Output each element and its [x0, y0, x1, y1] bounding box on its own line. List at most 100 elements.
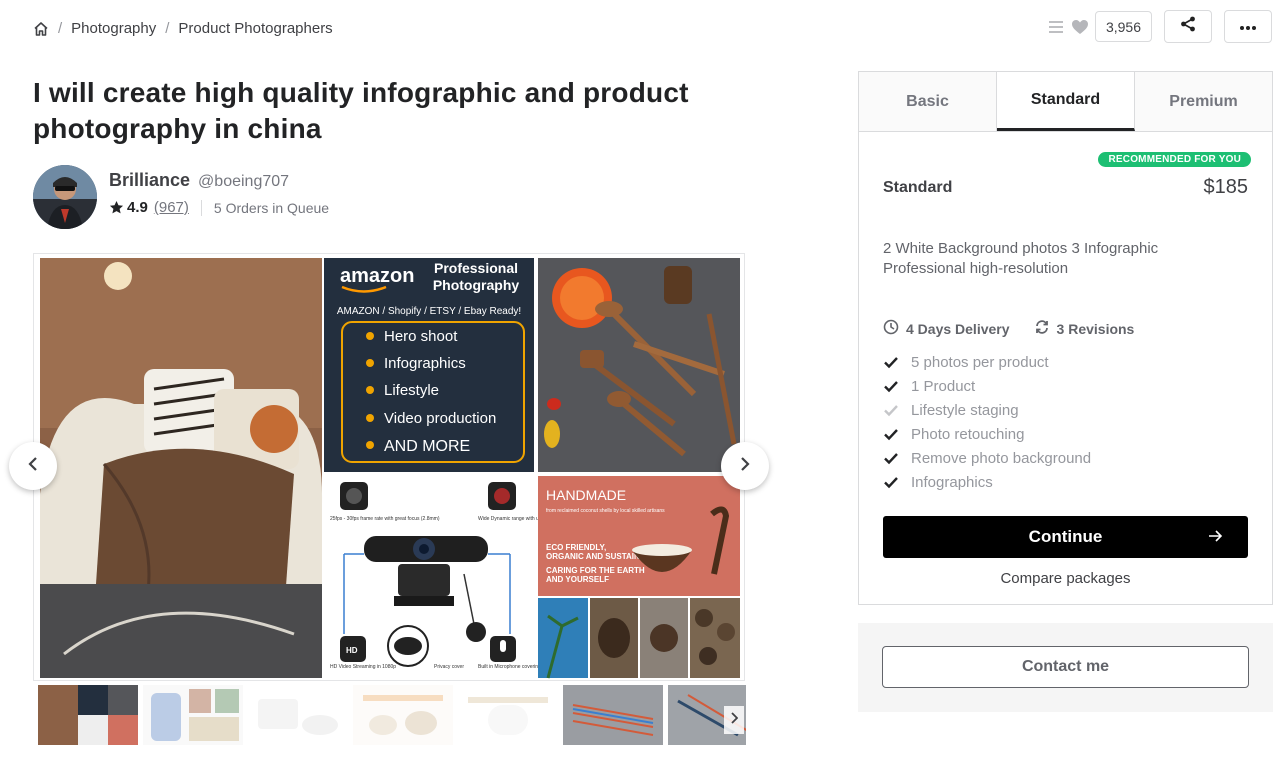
- list-icon[interactable]: [1047, 18, 1065, 36]
- chevron-left-icon: [27, 456, 39, 477]
- contact-section: Contact me: [858, 623, 1273, 712]
- chevron-right-icon: [739, 456, 751, 477]
- continue-button[interactable]: Continue: [883, 516, 1248, 558]
- check-icon: [883, 426, 899, 442]
- thumbnail[interactable]: [248, 685, 348, 745]
- orders-in-queue: 5 Orders in Queue: [213, 199, 330, 216]
- handmade-text-4: AND YOURSELF: [546, 575, 609, 584]
- delivery-time: 4 Days Delivery: [906, 320, 1010, 337]
- handmade-text-1: ECO FRIENDLY,: [546, 543, 606, 552]
- check-icon: [883, 354, 899, 370]
- revisions: 3 Revisions: [1056, 320, 1135, 337]
- amazon-item-4: Video production: [384, 410, 496, 427]
- compare-packages-link[interactable]: Compare packages: [883, 570, 1248, 587]
- seller-name[interactable]: Brilliance: [109, 170, 190, 191]
- feature-label: Photo retouching: [911, 425, 1025, 443]
- breadcrumb-separator: /: [58, 20, 63, 37]
- feature-label: Remove photo background: [911, 449, 1092, 467]
- webcam-label-privacy: Privacy cover: [434, 664, 464, 670]
- share-button[interactable]: [1164, 10, 1212, 43]
- reviews-link[interactable]: (967): [154, 199, 189, 216]
- package-price: $185: [1203, 176, 1249, 198]
- feature-label: Lifestyle staging: [911, 401, 1019, 419]
- thumbnails-next-button[interactable]: [724, 706, 744, 734]
- like-count: 3,956: [1094, 11, 1152, 42]
- gallery-next-button[interactable]: [721, 442, 769, 490]
- amazon-item-2: Infographics: [384, 355, 466, 372]
- feature-item: Remove photo background: [883, 446, 1248, 470]
- seller-overview: Brilliance @boeing707 4.9 (967) 5 Orders…: [33, 165, 329, 229]
- continue-label: Continue: [1028, 527, 1103, 546]
- webcam-label-fps: 25fps - 30fps frame rate with great focu…: [330, 516, 440, 522]
- avatar[interactable]: [33, 165, 97, 229]
- amazon-panel: amazon Professional Photography AMAZON /…: [324, 258, 534, 472]
- thumbnail[interactable]: [563, 685, 663, 745]
- gallery-prev-button[interactable]: [9, 442, 57, 490]
- amazon-subtitle: AMAZON / Shopify / ETSY / Ebay Ready!: [337, 306, 521, 317]
- home-icon[interactable]: [33, 21, 49, 37]
- feature-item: 5 photos per product: [883, 350, 1248, 374]
- breadcrumb-photography[interactable]: Photography: [71, 20, 156, 37]
- feature-item: Infographics: [883, 470, 1248, 494]
- package-name: Standard: [883, 178, 953, 196]
- check-icon: [883, 378, 899, 394]
- amazon-heading-line2: Photography: [433, 277, 520, 293]
- top-actions: 3,956: [1047, 10, 1272, 43]
- amazon-item-5: AND MORE: [384, 438, 470, 455]
- gallery-main-image[interactable]: amazon Professional Photography AMAZON /…: [33, 253, 745, 681]
- lifestyle-image: [40, 258, 323, 678]
- breadcrumb-separator: /: [165, 20, 170, 37]
- amazon-item-3: Lifestyle: [384, 382, 439, 399]
- share-icon: [1180, 16, 1196, 37]
- handmade-text-3: CARING FOR THE EARTH: [546, 566, 645, 575]
- feature-label: Infographics: [911, 473, 993, 491]
- check-icon: [883, 450, 899, 466]
- tab-premium[interactable]: Premium: [1135, 72, 1272, 131]
- more-button[interactable]: [1224, 10, 1272, 43]
- package-description: 2 White Background photos 3 Infographic …: [883, 240, 1159, 277]
- gig-title: I will create high quality infographic a…: [33, 77, 689, 144]
- feature-item: Lifestyle staging: [883, 398, 1248, 422]
- svg-text:HD: HD: [346, 646, 358, 655]
- handmade-title: HANDMADE: [546, 487, 626, 503]
- contact-me-button[interactable]: Contact me: [882, 646, 1249, 688]
- thumbnail[interactable]: [458, 685, 558, 745]
- thumbnail[interactable]: [143, 685, 243, 745]
- check-icon: [883, 474, 899, 490]
- amazon-item-1: Hero shoot: [384, 328, 458, 345]
- utensils-image: [538, 258, 740, 472]
- chevron-right-icon: [730, 711, 739, 729]
- more-icon: [1239, 18, 1257, 36]
- feature-label: 5 photos per product: [911, 353, 1049, 371]
- collect-group: 3,956: [1047, 11, 1152, 42]
- amazon-brand: amazon: [340, 265, 414, 287]
- tab-standard[interactable]: Standard: [997, 72, 1135, 131]
- divider: [200, 199, 202, 216]
- package-content: RECOMMENDED FOR YOU Standard $185 2 Whit…: [859, 132, 1272, 587]
- clock-icon: [883, 319, 899, 338]
- thumbnail-strip: [38, 685, 746, 745]
- refresh-icon: [1034, 319, 1050, 338]
- heart-icon[interactable]: [1071, 18, 1089, 36]
- feature-item: 1 Product: [883, 374, 1248, 398]
- thumbnail[interactable]: [353, 685, 453, 745]
- feature-label: 1 Product: [911, 377, 976, 395]
- recommended-badge: RECOMMENDED FOR YOU: [1098, 152, 1251, 167]
- rating-row: 4.9 (967) 5 Orders in Queue: [109, 199, 329, 216]
- check-icon-disabled: [883, 402, 899, 418]
- feature-list: 5 photos per product 1 Product Lifestyle…: [883, 350, 1248, 494]
- thumbnail[interactable]: [38, 685, 138, 745]
- star-icon: [109, 200, 124, 215]
- tab-basic[interactable]: Basic: [859, 72, 997, 131]
- amazon-heading-line1: Professional: [434, 260, 518, 276]
- rating-score: 4.9: [127, 199, 148, 216]
- package-panel: Basic Standard Premium RECOMMENDED FOR Y…: [858, 71, 1273, 605]
- feature-item: Photo retouching: [883, 422, 1248, 446]
- breadcrumb-product-photographers[interactable]: Product Photographers: [178, 20, 332, 37]
- webcam-label-hd: HD Video Streaming in 1080p: [330, 664, 396, 670]
- seller-handle: @boeing707: [198, 173, 290, 190]
- package-tabs: Basic Standard Premium: [859, 72, 1272, 132]
- arrow-right-icon: [1207, 528, 1223, 544]
- handmade-sub: from reclaimed coconut shells by local s…: [546, 508, 665, 514]
- breadcrumb: / Photography / Product Photographers: [33, 20, 333, 37]
